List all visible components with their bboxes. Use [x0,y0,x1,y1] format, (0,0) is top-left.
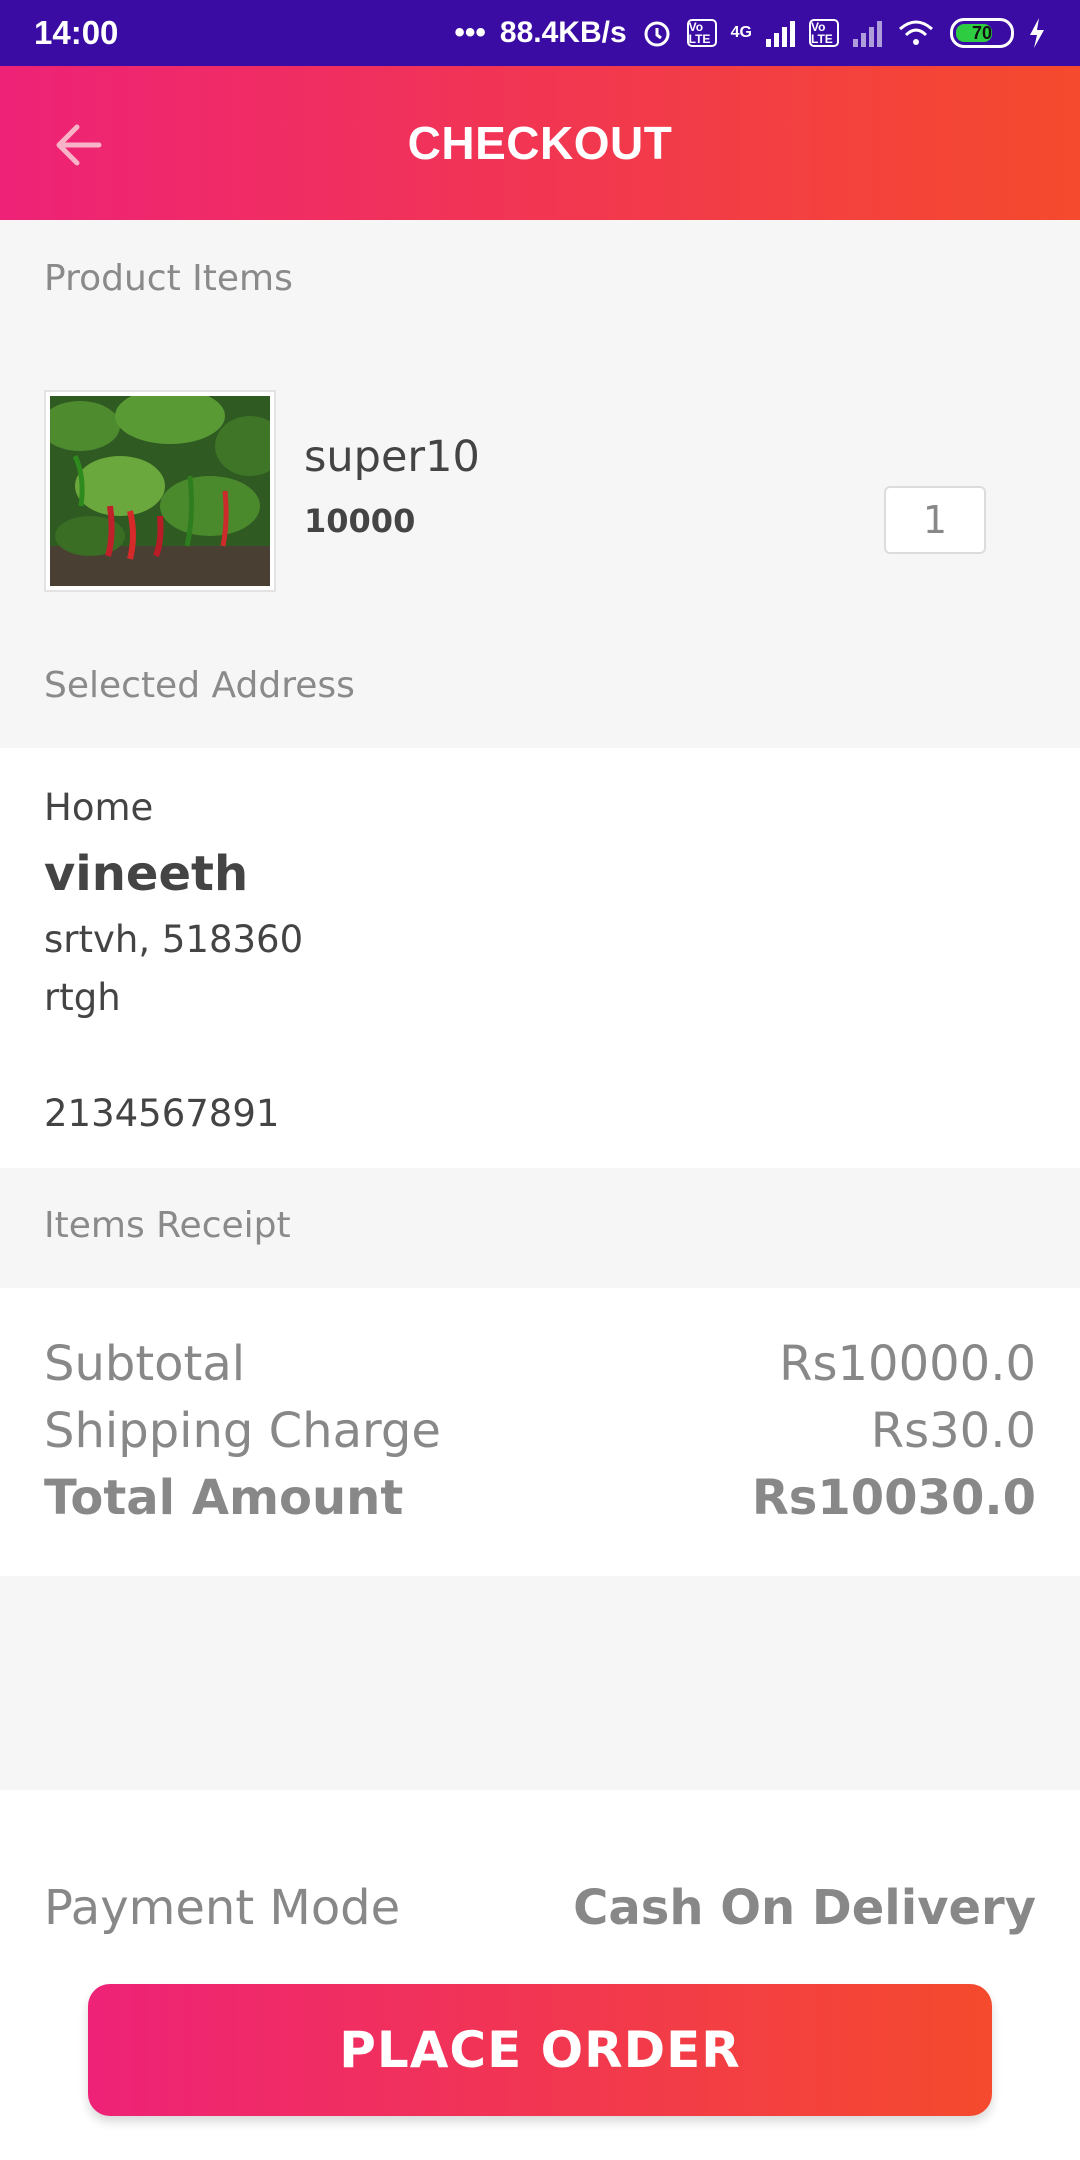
address-line-2: rtgh [44,976,121,1019]
shipping-label: Shipping Charge [44,1403,441,1459]
app-bar: CHECKOUT [0,66,1080,220]
battery-level: 70 [971,22,993,43]
receipt-row-subtotal: Subtotal Rs10000.0 [44,1336,1036,1392]
payment-mode-label: Payment Mode [44,1880,401,1936]
address-card[interactable]: Home vineeth srtvh, 518360 rtgh 21345678… [0,748,1080,1168]
receipt-row-shipping: Shipping Charge Rs30.0 [44,1403,1036,1459]
subtotal-label: Subtotal [44,1336,246,1392]
net-speed: 88.4KB/s [499,16,627,49]
volte-badge-2: Vo LTE [809,19,839,47]
items-receipt-label: Items Receipt [44,1205,291,1246]
product-name: super10 [304,432,480,482]
net-speed-dots: ••• [454,16,486,49]
volte-badge-1: Vo LTE [686,19,717,47]
status-time: 14:00 [34,14,119,51]
product-items-label: Product Items [44,258,293,299]
wifi-icon [896,17,936,49]
total-value: Rs10030.0 [751,1470,1036,1526]
receipt-row-total: Total Amount Rs10030.0 [44,1470,1036,1526]
status-bar: 14:00 ••• 88.4KB/s Vo LTE 4G Vo LTE 70 [0,0,1080,66]
chili-plant-image [50,396,270,586]
address-phone: 2134567891 [44,1092,280,1135]
alarm-icon [641,17,673,49]
page-title: CHECKOUT [407,117,673,169]
shipping-value: Rs30.0 [870,1403,1036,1459]
selected-address-label: Selected Address [44,665,355,706]
charging-icon [1028,18,1046,48]
network-type: 4G [730,24,752,41]
place-order-button[interactable]: PLACE ORDER [88,1984,992,2116]
total-label: Total Amount [44,1470,404,1526]
address-name: vineeth [44,846,249,902]
product-image[interactable] [44,390,276,592]
address-type: Home [44,786,154,829]
product-price: 10000 [304,502,416,540]
payment-mode-value[interactable]: Cash On Delivery [573,1880,1036,1936]
receipt-card: Subtotal Rs10000.0 Shipping Charge Rs30.… [0,1288,1080,1576]
signal-icon [766,19,795,47]
battery-icon: 70 [950,18,1014,48]
back-button[interactable] [42,110,112,180]
arrow-left-icon [56,124,102,166]
payment-card: Payment Mode Cash On Delivery PLACE ORDE… [0,1790,1080,2160]
address-line-1: srtvh, 518360 [44,918,304,961]
signal-icon-2 [853,19,882,47]
status-icons: ••• 88.4KB/s Vo LTE 4G Vo LTE 70 [454,16,1046,50]
subtotal-value: Rs10000.0 [779,1336,1036,1392]
quantity-field[interactable]: 1 [884,486,986,554]
